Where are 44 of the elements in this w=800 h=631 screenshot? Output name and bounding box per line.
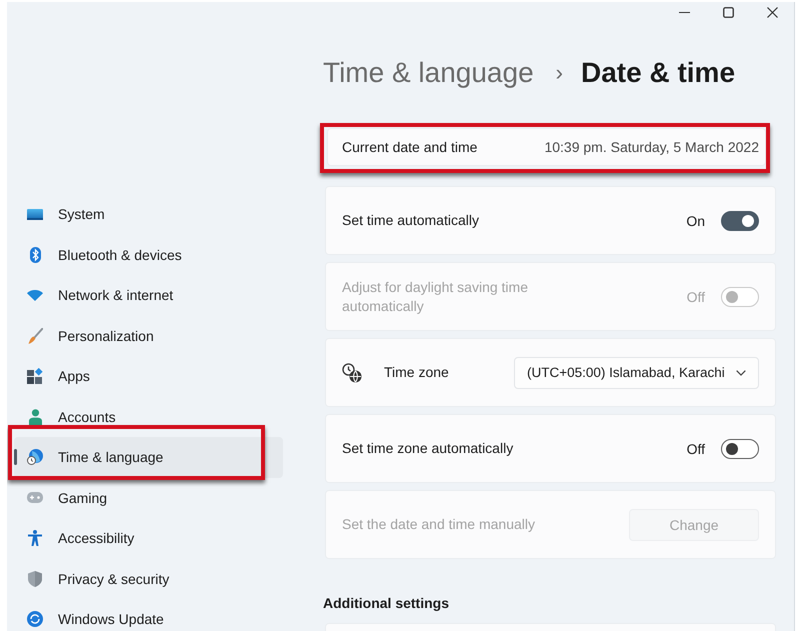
setting-label: Adjust for daylight saving time automatically — [342, 278, 529, 316]
sidebar-item[interactable]: Accessibility — [14, 518, 283, 558]
wifi-icon — [27, 290, 43, 301]
setting-label: Set the date and time manually — [342, 515, 536, 534]
selection-indicator — [14, 449, 17, 465]
setting-label: Current date and time — [342, 138, 478, 156]
toggle-switch[interactable] — [721, 210, 759, 230]
globe-clock-icon — [27, 449, 43, 466]
section-title: Additional settings — [323, 594, 450, 612]
update-icon — [27, 611, 43, 628]
shield-icon — [28, 570, 42, 587]
toggle-switch[interactable] — [721, 438, 759, 458]
toggle-state-label: Off — [686, 288, 705, 304]
sidebar-item[interactable]: Personalization — [14, 316, 283, 356]
gamepad-icon — [27, 492, 43, 504]
sidebar-item[interactable]: Network & internet — [14, 275, 283, 316]
sidebar-item[interactable]: System — [14, 194, 283, 234]
sidebar-item[interactable]: Bluetooth & devices — [14, 234, 283, 275]
time-zone-dropdown[interactable]: (UTC+05:00) Islamabad, Karachi — [514, 356, 759, 388]
accessibility-icon — [28, 530, 42, 546]
sidebar-item[interactable]: Privacy & security — [14, 558, 283, 599]
breadcrumb-separator: › — [556, 59, 563, 87]
sidebar-item[interactable]: Accounts — [14, 396, 283, 437]
sidebar-item[interactable]: Windows Update — [14, 599, 283, 631]
toggle-state-label: On — [686, 212, 705, 228]
breadcrumb-link[interactable]: Time & language — [323, 56, 534, 90]
sidebar-item[interactable]: Apps — [14, 356, 283, 396]
bluetooth-icon — [30, 246, 40, 263]
sidebar-item[interactable]: Time & language — [14, 437, 283, 478]
close-icon[interactable] — [766, 6, 778, 18]
setting-label: Set time zone automatically — [342, 439, 514, 458]
apps-grid-icon — [27, 368, 43, 384]
toggle-state-label: Off — [686, 440, 705, 456]
page-title: Date & time — [580, 56, 736, 90]
clock-globe-icon — [342, 362, 362, 382]
chevron-down-icon — [736, 370, 746, 376]
setting-label: Time zone — [384, 363, 449, 382]
date-time-value: 10:39 pm. Saturday, 5 March 2022 — [544, 139, 759, 155]
maximize-icon[interactable] — [722, 6, 734, 18]
sidebar-item[interactable]: Gaming — [14, 478, 283, 518]
monitor-icon — [27, 208, 43, 220]
setting-label: Set time automatically — [342, 211, 479, 230]
person-icon — [28, 408, 42, 425]
paintbrush-icon — [28, 328, 42, 344]
